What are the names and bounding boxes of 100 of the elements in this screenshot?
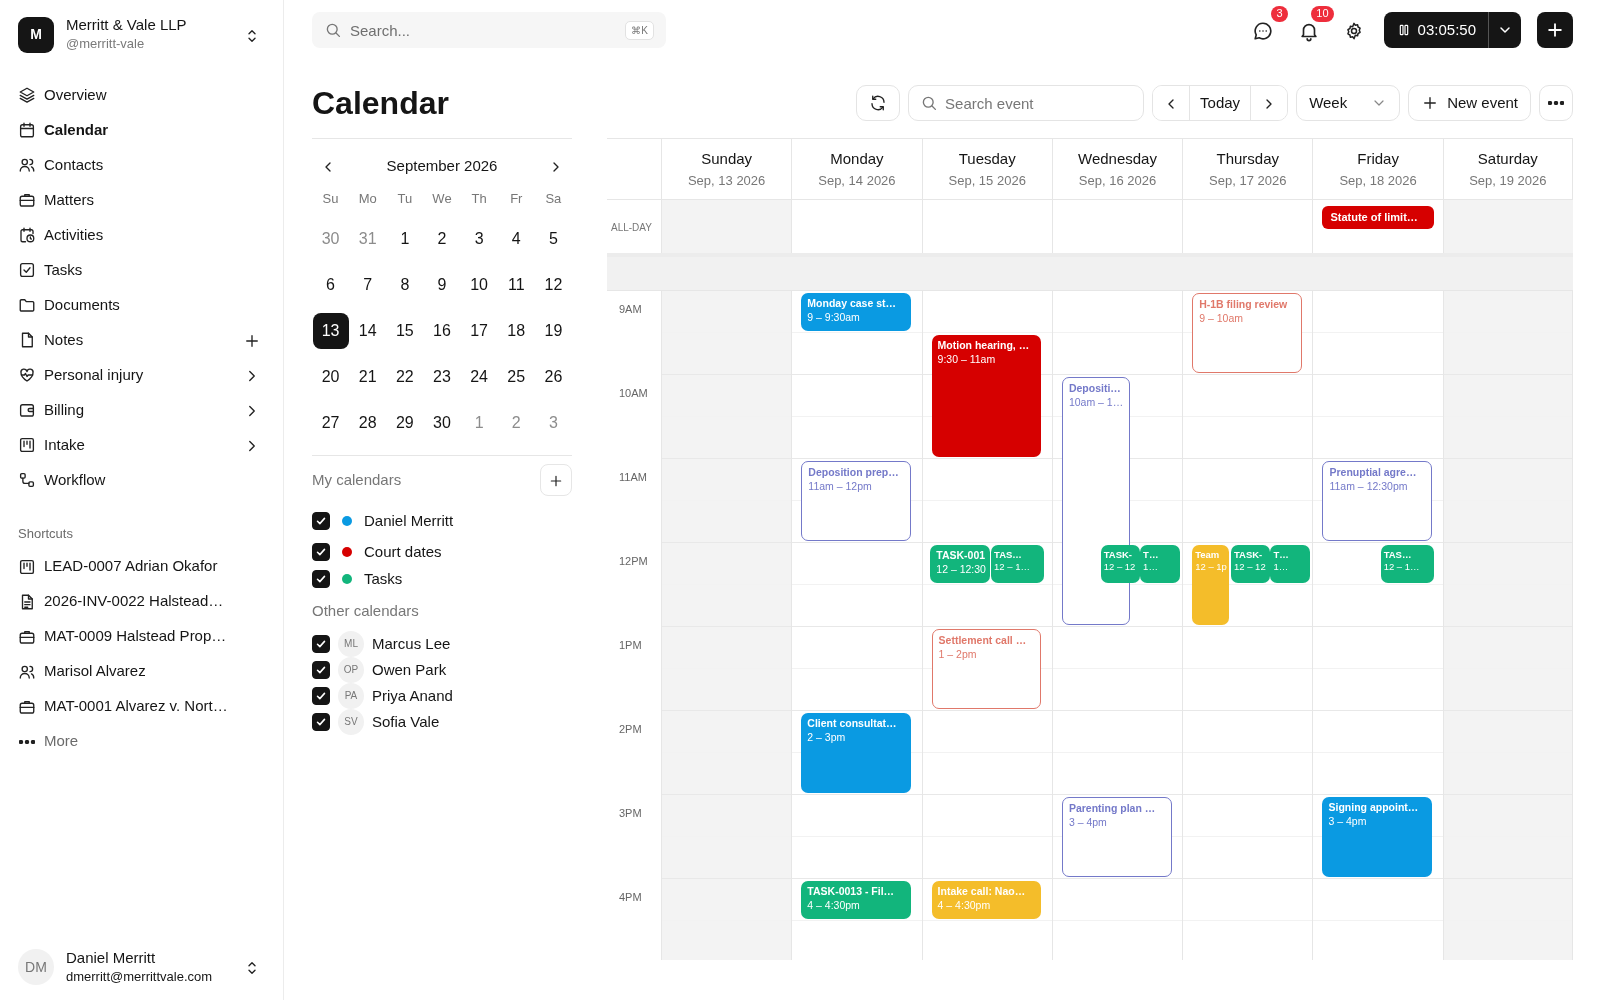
calendar-day[interactable]: 20 — [312, 359, 349, 396]
nav-item[interactable]: Personal injury — [18, 357, 239, 393]
calendar-day[interactable]: 27 — [312, 405, 349, 442]
calendar-day[interactable]: 19 — [535, 313, 572, 350]
event-card[interactable]: Motion hearing, … 9:30 – 11am — [931, 335, 1042, 458]
calendar-day[interactable]: 8 — [386, 267, 423, 304]
nav-item[interactable]: Matters — [18, 182, 265, 218]
calendar-day[interactable]: 1 — [386, 221, 423, 258]
nav-item[interactable]: Workflow — [18, 462, 265, 498]
calendar-day[interactable]: 3 — [461, 221, 498, 258]
event-time: 9 – 9:30am — [807, 310, 860, 324]
event-title: Motion hearing, … — [937, 339, 1030, 353]
all-day-event[interactable]: Statute of limit… — [1322, 206, 1434, 229]
nav-item[interactable]: Billing — [18, 392, 239, 428]
more-link[interactable]: More — [18, 724, 265, 759]
event-title: Signing appoint… — [1328, 801, 1419, 815]
day-date: Sep, 17 2026 — [1208, 171, 1288, 190]
event-card[interactable]: Deposition prep… 11am – 12pm — [801, 461, 912, 542]
nav-item[interactable]: Intake — [18, 427, 239, 463]
event-card[interactable]: Parenting plan … 3 – 4pm — [1061, 797, 1172, 878]
workspace-name: Merritt & Vale LLP — [66, 16, 188, 34]
initials-avatar: PA — [338, 682, 364, 709]
initials-avatar: SV — [338, 708, 364, 735]
calendar-day[interactable]: 2 — [424, 221, 460, 258]
day-name: Tuesday — [957, 149, 1017, 170]
new-event-button[interactable]: New event — [1408, 85, 1531, 122]
calendar-day[interactable]: 30 — [424, 405, 460, 442]
calendar-day[interactable]: 18 — [498, 313, 535, 350]
event-title: Parenting plan … — [1068, 802, 1156, 816]
time-label: 12PM — [618, 554, 649, 570]
event-title: TAS… — [1383, 549, 1412, 562]
calendar-day[interactable]: 24 — [461, 359, 498, 396]
calendar-day[interactable]: 16 — [424, 313, 460, 350]
shortcut-item[interactable]: LEAD-0007 Adrian Okafor — [18, 549, 265, 584]
nav-item[interactable]: Tasks — [18, 252, 265, 288]
shortcut-item[interactable]: MAT-0009 Halstead Prop… — [18, 619, 265, 654]
count-badge: 10 — [1311, 6, 1334, 23]
month-title: September 2026 — [386, 156, 498, 177]
calendar-day[interactable]: 17 — [461, 313, 498, 350]
event-title: Client consultat… — [807, 717, 897, 731]
calendar-day[interactable]: 23 — [424, 359, 460, 396]
today-button[interactable]: Today — [1189, 86, 1252, 121]
calendar-day[interactable]: 11 — [498, 267, 535, 304]
calendar-day[interactable]: 26 — [535, 359, 572, 396]
calendar-day[interactable]: 10 — [461, 267, 498, 304]
event-time: 12 – 1… — [994, 561, 1030, 574]
event-title: T… — [1143, 549, 1159, 562]
event-time: 12 – 12 — [1233, 561, 1266, 574]
day-date: Sep, 14 2026 — [817, 171, 897, 190]
event-title: TASK- — [1233, 549, 1263, 562]
calendar-day[interactable]: 4 — [498, 221, 535, 258]
calendar-day[interactable]: 14 — [349, 313, 386, 350]
day-name: Thursday — [1215, 149, 1281, 170]
calendar-day[interactable]: 12 — [535, 267, 572, 304]
nav-item[interactable]: Overview — [18, 77, 265, 113]
calendar-day[interactable]: 25 — [498, 359, 535, 396]
shortcut-item[interactable]: Marisol Alvarez — [18, 654, 265, 689]
nav-item[interactable]: Documents — [18, 287, 265, 323]
section-heading: Other calendars — [312, 601, 420, 622]
calendar-day[interactable]: 29 — [386, 405, 423, 442]
initials-avatar: ML — [338, 630, 364, 657]
initials-avatar: OP — [338, 656, 364, 683]
calendar-day[interactable]: 7 — [349, 267, 386, 304]
shortcut-item[interactable]: 2026-INV-0022 Halstead… — [18, 584, 265, 619]
calendar-day[interactable]: 13 — [312, 313, 349, 350]
event-card[interactable]: Prenuptial agre… 11am – 12:30pm — [1322, 461, 1433, 542]
event-time: 4 – 4:30pm — [937, 898, 991, 912]
calendar-day[interactable]: 21 — [349, 359, 386, 396]
event-title: TAS… — [994, 549, 1022, 562]
calendar-day[interactable]: 28 — [349, 405, 386, 442]
nav-item[interactable]: Calendar — [18, 112, 265, 148]
calendar-name: Priya Anand — [372, 685, 453, 706]
nav-item[interactable]: Activities — [18, 217, 265, 253]
shortcut-item[interactable]: MAT-0001 Alvarez v. Nort… — [18, 689, 265, 724]
nav-item[interactable]: Notes — [18, 322, 239, 358]
calendar-day[interactable]: 22 — [386, 359, 423, 396]
calendar-name: Daniel Merritt — [364, 511, 454, 532]
event-time: 1 – 2pm — [938, 647, 977, 661]
event-title: TASK- — [1103, 549, 1132, 562]
workspace-avatar: M — [18, 16, 54, 53]
weekday-label: Th — [471, 190, 487, 209]
calendar-name: Marcus Lee — [372, 633, 451, 654]
event-time: 3 – 4pm — [1328, 814, 1367, 828]
time-label: 11AM — [618, 470, 648, 486]
event-time: 10am – 1… — [1068, 395, 1124, 409]
weekday-label: Mo — [358, 190, 377, 209]
nav-item[interactable]: Contacts — [18, 147, 265, 183]
calendar-name: Owen Park — [372, 659, 447, 680]
time-label: 9AM — [618, 302, 643, 318]
view-dropdown[interactable]: Week — [1296, 85, 1401, 122]
calendar-day[interactable]: 9 — [424, 267, 460, 304]
calendar-day[interactable]: 5 — [535, 221, 572, 258]
calendar-day[interactable]: 30 — [312, 221, 349, 258]
shortcut-hint: ⌘K — [625, 21, 654, 40]
day-date: Sep, 16 2026 — [1077, 171, 1158, 190]
calendar-day[interactable]: 6 — [312, 267, 349, 304]
event-title: Team — [1195, 549, 1220, 562]
event-search-field[interactable]: Search event — [908, 85, 1145, 122]
calendar-day[interactable]: 15 — [386, 313, 423, 350]
timer-button[interactable]: 03:05:50 — [1383, 12, 1489, 48]
